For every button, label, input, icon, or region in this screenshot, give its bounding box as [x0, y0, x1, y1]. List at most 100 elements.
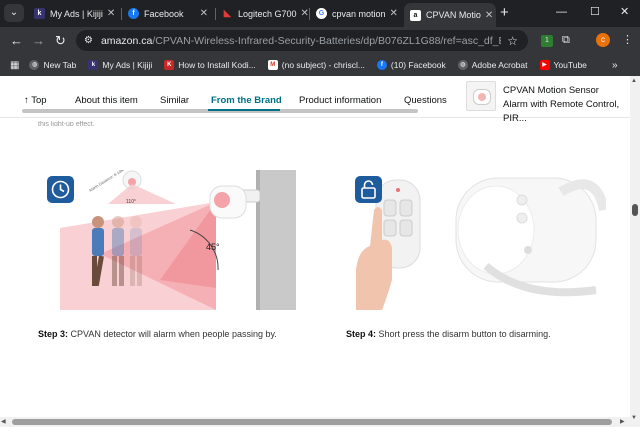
tab-label: CPVAN Motio	[426, 10, 481, 20]
vertical-scroll-thumb[interactable]	[632, 204, 638, 216]
address-bar[interactable]: ⚙ amazon.ca/CPVAN-Wireless-Infrared-Secu…	[76, 30, 528, 51]
bookmark-new-tab[interactable]: ◍ New Tab	[29, 60, 76, 70]
horizontal-scrollbar[interactable]: ◀ ▶	[0, 417, 630, 427]
window-close-icon[interactable]: ✕	[620, 5, 629, 19]
bookmark-kijiji[interactable]: k My Ads | Kijiji	[88, 60, 152, 70]
subnav-about[interactable]: About this item	[75, 95, 138, 106]
kijiji-icon: k	[34, 8, 45, 19]
gmail-icon: M	[267, 60, 278, 70]
subnav-product-info[interactable]: Product information	[299, 95, 381, 106]
tab-amazon-active[interactable]: a CPVAN Motio ✕	[404, 3, 496, 27]
bookmark-icon: K	[164, 60, 175, 70]
bookmark-gmail[interactable]: M (no subject) - chriscl...	[267, 60, 365, 70]
tab-logitech[interactable]: ◣ Logitech G700 ✕	[216, 3, 308, 24]
bookmark-kodi[interactable]: K How to Install Kodi...	[164, 60, 256, 70]
bookmark-label: (no subject) - chriscl...	[281, 60, 365, 70]
active-tab-underline	[208, 109, 280, 111]
step4-image	[356, 177, 606, 310]
close-icon[interactable]: ✕	[386, 8, 398, 19]
reload-icon[interactable]: ↻	[55, 33, 66, 48]
product-subnav: ↑ Top About this item Similar From the B…	[0, 76, 630, 124]
kijiji-icon: k	[88, 60, 99, 70]
bookmark-adobe[interactable]: ◍ Adobe Acrobat	[457, 60, 528, 70]
bookmark-label: My Ads | Kijiji	[102, 60, 153, 70]
maximize-icon[interactable]: ☐	[590, 5, 600, 19]
logitech-icon: ◣	[222, 8, 233, 19]
apps-grid-icon[interactable]: ▦	[10, 58, 19, 73]
back-arrow-icon[interactable]: ←	[10, 33, 23, 48]
globe-icon: ◍	[457, 60, 468, 70]
browser-toolbar: ← → ↻ ⚙ amazon.ca/CPVAN-Wireless-Infrare…	[0, 27, 640, 54]
url-path: /CPVAN-Wireless-Infrared-Security-Batter…	[152, 34, 501, 47]
close-icon[interactable]: ✕	[297, 8, 308, 19]
close-icon[interactable]: ✕	[103, 8, 115, 19]
ceiling-detection-cone	[108, 184, 176, 204]
tab-label: cpvan motion	[332, 8, 386, 19]
globe-icon: ◍	[29, 60, 40, 70]
step3-label: Step 3:	[38, 329, 69, 339]
scroll-up-icon[interactable]: ▲	[631, 78, 637, 84]
menu-kebab-icon[interactable]: ⋮	[622, 33, 633, 48]
forward-arrow-icon[interactable]: →	[32, 33, 45, 48]
minimize-icon[interactable]: —	[556, 5, 567, 19]
clock-icon	[47, 176, 74, 203]
product-thumbnail[interactable]	[466, 81, 496, 111]
tab-label: Logitech G700	[238, 8, 297, 19]
tab-kijiji[interactable]: k My Ads | Kijiji ✕	[28, 3, 120, 24]
tab-facebook[interactable]: f Facebook ✕	[122, 3, 214, 24]
unlock-icon	[355, 176, 382, 203]
profile-avatar[interactable]: c	[596, 33, 610, 47]
page-content: ↑ Top About this item Similar From the B…	[0, 76, 630, 427]
bookmark-youtube[interactable]: ▶ YouTube	[539, 60, 587, 70]
step4-text: Short press the disarm button to disarmi…	[378, 329, 551, 339]
bookmark-label: New Tab	[43, 60, 77, 70]
extension-badge-icon[interactable]: 1	[541, 35, 553, 47]
sensor-lens	[214, 192, 230, 208]
bookmark-star-icon[interactable]: ☆	[507, 34, 518, 48]
distance-note: Alarm Distance: 8-10M	[88, 170, 125, 193]
tab-google-search[interactable]: G cpvan motion ✕	[310, 3, 402, 24]
amazon-icon: a	[410, 9, 421, 21]
small-angle-label: 110°	[126, 199, 136, 205]
scroll-left-icon[interactable]: ◀	[1, 418, 6, 425]
step3-image: 45° 110° Alarm Distance: 8-10M	[60, 170, 296, 310]
product-title[interactable]: CPVAN Motion Sensor Alarm with Remote Co…	[503, 84, 625, 126]
tab-strip: ⌄ k My Ads | Kijiji ✕ f Facebook ✕ ◣ Log…	[0, 0, 640, 27]
step3-caption: Step 3: CPVAN detector will alarm when p…	[38, 329, 277, 339]
subnav-questions[interactable]: Questions	[404, 95, 447, 106]
bookmark-label: Adobe Acrobat	[471, 60, 528, 70]
subnav-from-brand[interactable]: From the Brand	[211, 95, 282, 106]
wall	[256, 170, 296, 310]
close-icon[interactable]: ✕	[196, 8, 208, 19]
bookmark-label: (10) Facebook	[390, 60, 446, 70]
bookmarks-overflow-icon[interactable]: »	[612, 58, 618, 73]
extensions-puzzle-icon[interactable]: ⧉	[562, 33, 570, 48]
google-icon: G	[316, 8, 327, 19]
close-icon[interactable]: ✕	[481, 10, 493, 21]
browser-chrome: ⌄ k My Ads | Kijiji ✕ f Facebook ✕ ◣ Log…	[0, 0, 640, 76]
subnav-similar[interactable]: Similar	[160, 95, 189, 106]
bookmark-facebook[interactable]: f (10) Facebook	[376, 60, 446, 70]
tab-label: Facebook	[144, 8, 184, 19]
url-host: amazon.ca	[100, 34, 153, 47]
horizontal-scroll-thumb[interactable]	[12, 419, 612, 425]
scroll-down-icon[interactable]: ▼	[631, 415, 637, 421]
scroll-right-icon[interactable]: ▶	[620, 418, 625, 425]
bookmarks-bar: ▦ ◍ New Tab k My Ads | Kijiji K How to I…	[0, 54, 640, 76]
address-url[interactable]: amazon.ca/CPVAN-Wireless-Infrared-Securi…	[101, 35, 501, 47]
step4-label: Step 4:	[346, 329, 377, 339]
facebook-icon: f	[128, 8, 139, 19]
youtube-icon: ▶	[539, 60, 550, 70]
bookmark-label: YouTube	[553, 60, 587, 70]
angle-label: 45°	[206, 242, 220, 252]
arrow-up-icon: ↑	[24, 95, 29, 106]
new-tab-button[interactable]: +	[500, 4, 509, 22]
facebook-icon: f	[376, 60, 387, 70]
tab-search-button[interactable]: ⌄	[4, 4, 24, 22]
tab-label: My Ads | Kijiji	[50, 8, 103, 19]
step4-caption: Step 4: Short press the disarm button to…	[346, 329, 551, 339]
vertical-scrollbar[interactable]: ▲ ▼	[630, 76, 640, 427]
site-info-icon[interactable]: ⚙	[84, 35, 93, 46]
subnav-top[interactable]: ↑ Top	[24, 95, 47, 106]
bookmark-label: How to Install Kodi...	[178, 60, 256, 70]
